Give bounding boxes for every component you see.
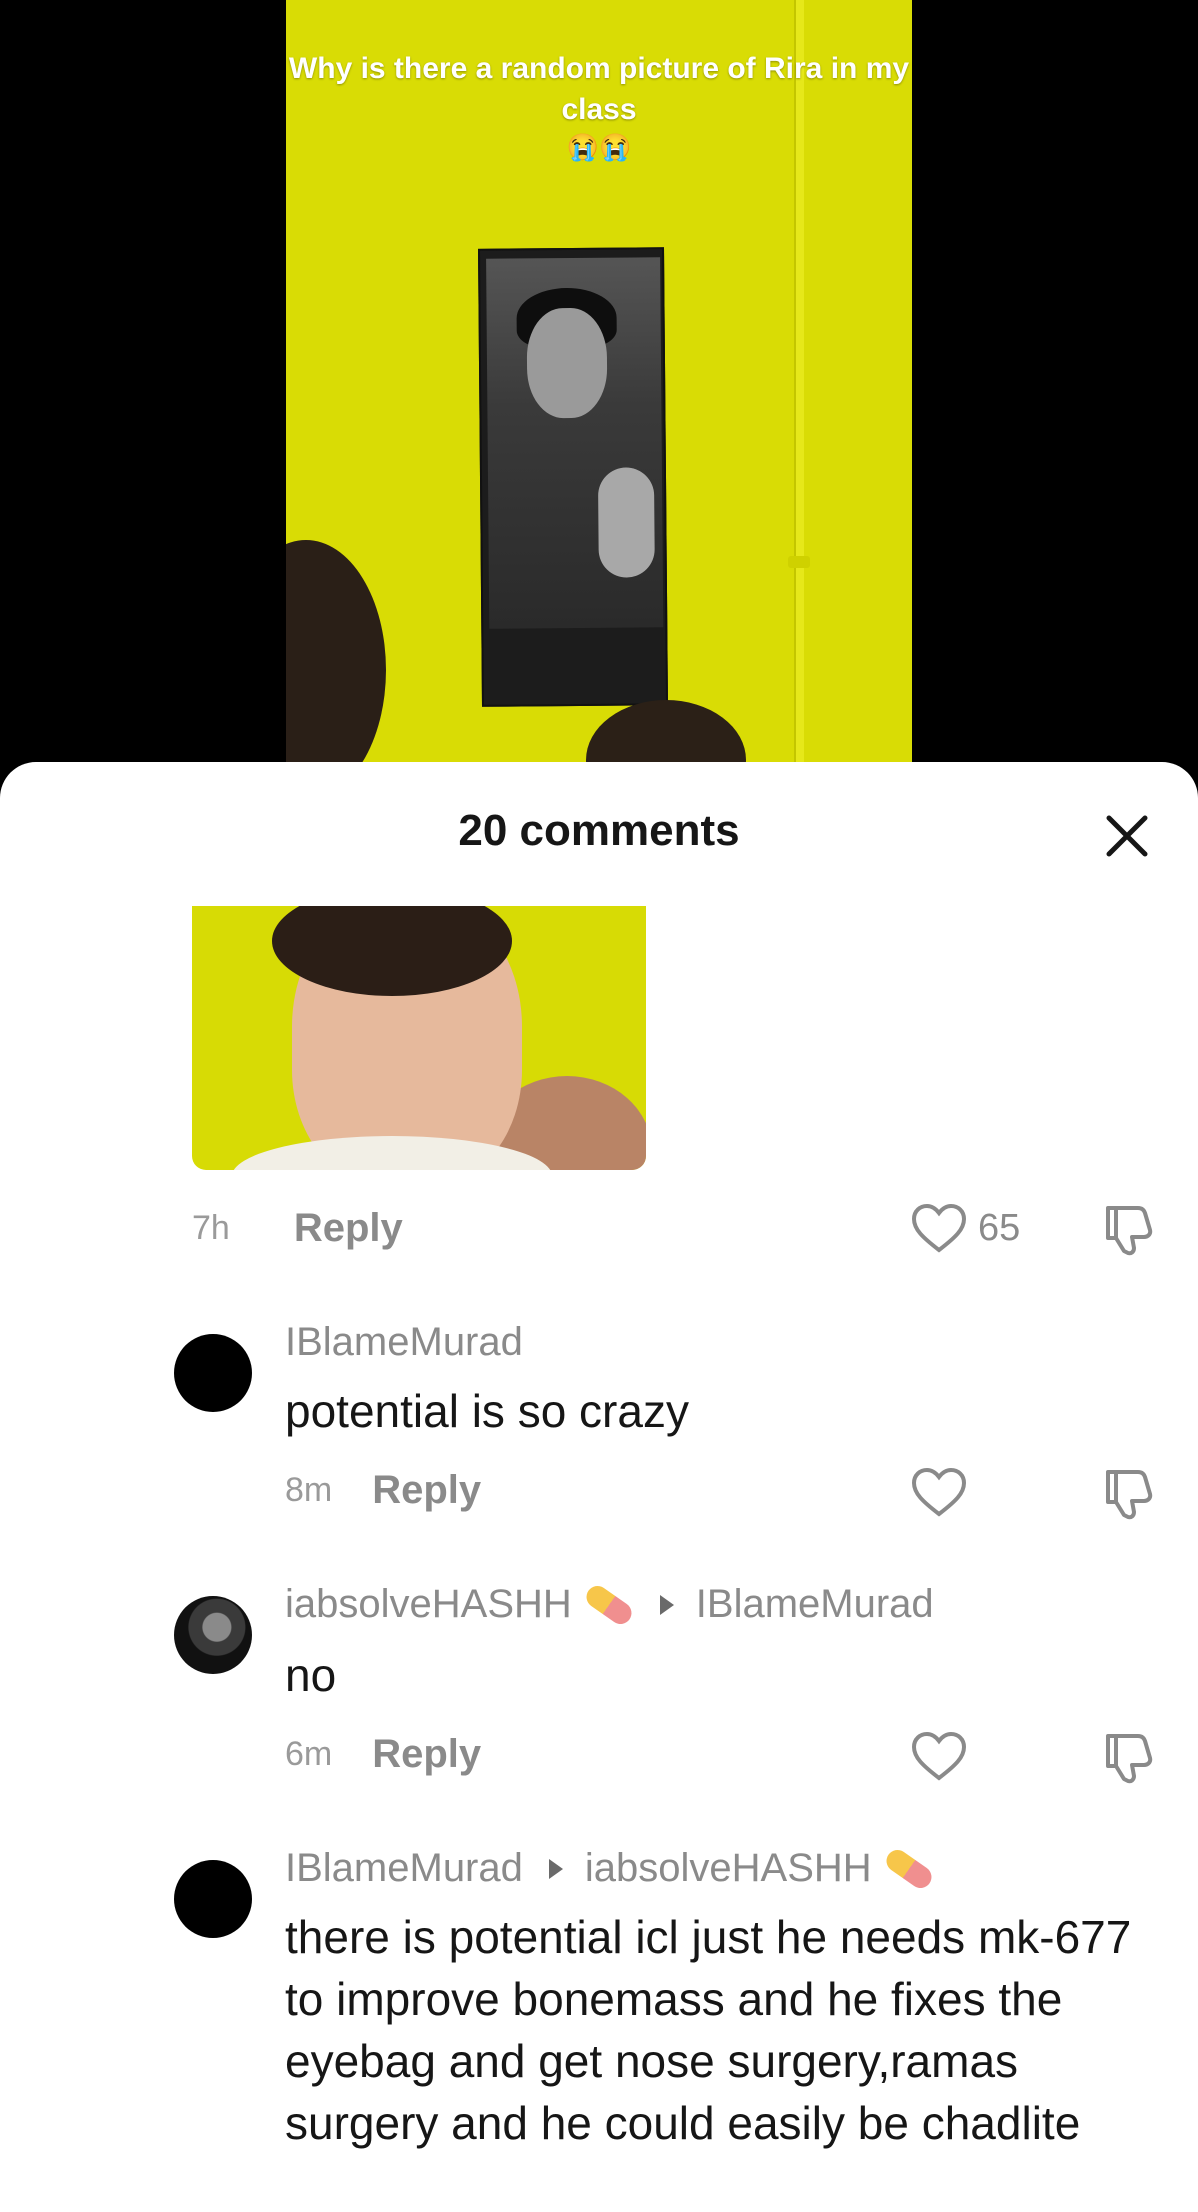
dislike-icon[interactable]: [1098, 1730, 1156, 1786]
reply-button[interactable]: Reply: [372, 1468, 481, 1513]
comments-count-title: 20 comments: [458, 806, 740, 855]
comment-username-row: IBlameMurad iabsolveHASHH: [285, 1845, 936, 1892]
video-caption-emoji: 😭😭: [566, 132, 632, 162]
poster-hand: [597, 467, 655, 578]
comment-username[interactable]: IBlameMurad: [285, 1320, 523, 1365]
poster-title: [491, 625, 661, 656]
comment-image[interactable]: [192, 906, 646, 1170]
heart-icon: [911, 1203, 967, 1253]
comment-username[interactable]: iabsolveHASHH: [285, 1582, 572, 1627]
avatar[interactable]: [174, 1596, 252, 1674]
like-count: 65: [978, 1206, 1021, 1249]
video-frame: Why is there a random picture of Rira in…: [286, 0, 912, 780]
comment-username[interactable]: IBlameMurad: [285, 1846, 523, 1891]
heart-icon[interactable]: [910, 1730, 968, 1782]
poster: [478, 247, 668, 707]
reply-to-username[interactable]: IBlameMurad: [696, 1582, 934, 1627]
comment-username-row: iabsolveHASHH IBlameMurad: [285, 1581, 934, 1628]
reply-button[interactable]: Reply: [372, 1732, 481, 1777]
close-icon[interactable]: [1103, 812, 1151, 860]
comment-time: 8m: [285, 1471, 333, 1509]
poster-face: [526, 307, 608, 419]
pill-emoji: [881, 1845, 936, 1892]
dislike-icon[interactable]: [1098, 1202, 1156, 1258]
comment-meta: 7h Reply: [192, 1206, 403, 1251]
avatar[interactable]: [174, 1860, 252, 1938]
comment-time: 7h: [192, 1209, 230, 1247]
avatar[interactable]: [174, 1334, 252, 1412]
comment-meta: 6m Reply: [285, 1732, 481, 1777]
heart-icon[interactable]: [910, 1466, 968, 1518]
person-head-left: [286, 540, 386, 780]
reply-to-username[interactable]: iabsolveHASHH: [585, 1846, 872, 1891]
reply-arrow-icon: [548, 1858, 563, 1879]
pipe-joint: [788, 556, 810, 568]
comment-text: potential is so crazy: [285, 1385, 689, 1437]
video-caption: Why is there a random picture of Rira in…: [288, 52, 910, 126]
comment-time: 6m: [285, 1735, 333, 1773]
comment-meta: 8m Reply: [285, 1468, 481, 1513]
comments-sheet: 20 comments 7h Reply 65 IBlameMurad pote…: [0, 762, 1198, 2212]
like-button[interactable]: 65: [910, 1202, 1020, 1254]
reply-arrow-icon: [659, 1594, 674, 1615]
pill-emoji: [581, 1581, 636, 1628]
comment-text: no: [285, 1649, 337, 1701]
comment-text: there is potential icl just he needs mk-…: [285, 1911, 1132, 2149]
poster-photo: [486, 257, 664, 629]
video-player[interactable]: Why is there a random picture of Rira in…: [0, 0, 1198, 780]
dislike-icon[interactable]: [1098, 1466, 1156, 1522]
reply-button[interactable]: Reply: [294, 1206, 403, 1251]
